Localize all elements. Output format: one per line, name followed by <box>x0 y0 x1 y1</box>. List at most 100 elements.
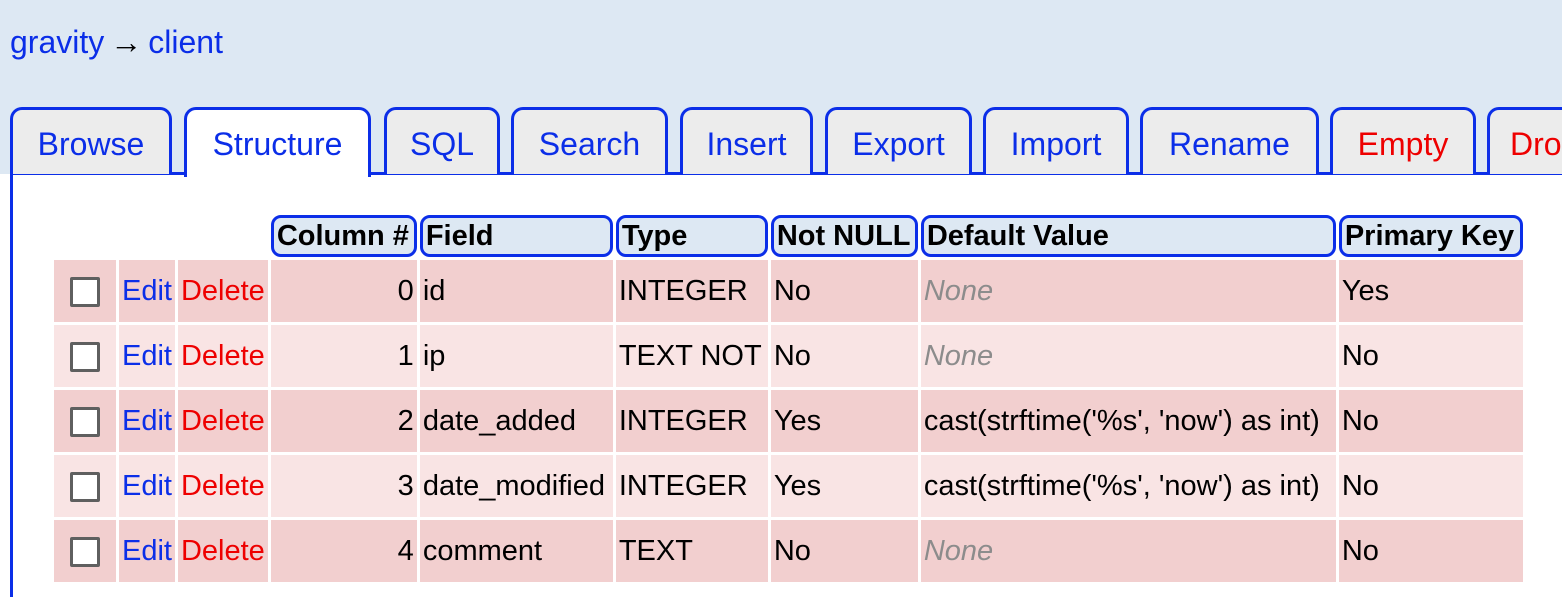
header-type[interactable]: Type <box>615 215 768 257</box>
type-value: INTEGER <box>618 274 748 307</box>
breadcrumb-arrow: → <box>110 24 143 60</box>
row-checkbox[interactable] <box>70 276 100 307</box>
default-value-cell: None <box>920 325 1336 387</box>
row-select-cell <box>54 260 116 322</box>
tab-rename[interactable]: Rename <box>1140 107 1319 174</box>
table-row: Edit Delete 1 ip TEXT NOT NULL No None N… <box>54 325 1523 387</box>
header-blank <box>119 215 175 257</box>
breadcrumb: gravity → client <box>10 24 223 61</box>
edit-link[interactable]: Edit <box>122 275 172 307</box>
tab-browse[interactable]: Browse <box>10 107 172 174</box>
table-row: Edit Delete 3 date_modified INTEGER Yes … <box>54 455 1523 517</box>
delete-link[interactable]: Delete <box>181 405 265 437</box>
tab-export[interactable]: Export <box>825 107 972 174</box>
default-value: cast(strftime('%s', 'now') as int) <box>923 404 1320 437</box>
row-select-cell <box>54 325 116 387</box>
not-null-cell: Yes <box>770 390 918 452</box>
type-cell: INTEGER <box>615 390 768 452</box>
field-cell: id <box>419 260 613 322</box>
header-default-value[interactable]: Default Value <box>920 215 1336 257</box>
tab-insert[interactable]: Insert <box>680 107 813 174</box>
type-cell: TEXT NOT NULL <box>615 325 768 387</box>
row-select-cell <box>54 390 116 452</box>
edit-cell: Edit <box>119 520 175 582</box>
header-blank <box>178 215 268 257</box>
column-number-cell: 3 <box>270 455 417 517</box>
edit-link[interactable]: Edit <box>122 340 172 372</box>
not-null-cell: No <box>770 520 918 582</box>
default-value: None <box>923 339 994 372</box>
delete-link[interactable]: Delete <box>181 535 265 567</box>
tab-empty[interactable]: Empty <box>1330 107 1476 174</box>
table-header-row: Column # Field Type Not NULL Default Val… <box>54 215 1523 257</box>
breadcrumb-database-link[interactable]: gravity <box>10 24 104 60</box>
type-value: TEXT NOT NULL <box>618 339 765 372</box>
header-not-null[interactable]: Not NULL <box>770 215 918 257</box>
type-value: TEXT <box>618 534 693 567</box>
edit-link[interactable]: Edit <box>122 535 172 567</box>
row-select-cell <box>54 455 116 517</box>
type-value: INTEGER <box>618 404 748 437</box>
delete-link[interactable]: Delete <box>181 470 265 502</box>
default-value: None <box>923 274 994 307</box>
edit-cell: Edit <box>119 390 175 452</box>
type-cell: INTEGER <box>615 455 768 517</box>
primary-key-cell: No <box>1338 520 1523 582</box>
header-field[interactable]: Field <box>419 215 613 257</box>
default-value: cast(strftime('%s', 'now') as int) <box>923 469 1320 502</box>
row-checkbox[interactable] <box>70 471 100 502</box>
not-null-cell: Yes <box>770 455 918 517</box>
tab-sql[interactable]: SQL <box>384 107 500 174</box>
primary-key-cell: No <box>1338 455 1523 517</box>
column-number-cell: 0 <box>270 260 417 322</box>
default-value-cell: cast(strftime('%s', 'now') as int) <box>920 455 1336 517</box>
default-value-cell: None <box>920 260 1336 322</box>
tab-structure[interactable]: Structure <box>184 107 371 177</box>
header-primary-key[interactable]: Primary Key <box>1338 215 1523 257</box>
delete-cell: Delete <box>177 260 268 322</box>
tab-search[interactable]: Search <box>511 107 668 174</box>
edit-link[interactable]: Edit <box>122 470 172 502</box>
edit-link[interactable]: Edit <box>122 405 172 437</box>
table-row: Edit Delete 2 date_added INTEGER Yes cas… <box>54 390 1523 452</box>
default-value-cell: cast(strftime('%s', 'now') as int) <box>920 390 1336 452</box>
edit-cell: Edit <box>119 325 175 387</box>
breadcrumb-table-link[interactable]: client <box>148 24 223 60</box>
delete-link[interactable]: Delete <box>181 340 265 372</box>
row-checkbox[interactable] <box>70 341 100 372</box>
header-column-number[interactable]: Column # <box>270 215 417 257</box>
table-row: Edit Delete 0 id INTEGER No None Yes <box>54 260 1523 322</box>
row-select-cell <box>54 520 116 582</box>
column-number-cell: 4 <box>270 520 417 582</box>
field-cell: date_modified <box>419 455 613 517</box>
type-cell: TEXT <box>615 520 768 582</box>
table-row: Edit Delete 4 comment TEXT No None No <box>54 520 1523 582</box>
field-cell: date_added <box>419 390 613 452</box>
delete-cell: Delete <box>177 325 268 387</box>
edit-cell: Edit <box>119 455 175 517</box>
primary-key-cell: Yes <box>1338 260 1523 322</box>
default-value-cell: None <box>920 520 1336 582</box>
tab-import[interactable]: Import <box>983 107 1129 174</box>
default-value: None <box>923 534 994 567</box>
delete-link[interactable]: Delete <box>181 275 265 307</box>
row-checkbox[interactable] <box>70 536 100 567</box>
type-value: INTEGER <box>618 469 748 502</box>
column-number-cell: 2 <box>270 390 417 452</box>
primary-key-cell: No <box>1338 325 1523 387</box>
field-cell: ip <box>419 325 613 387</box>
edit-cell: Edit <box>119 260 175 322</box>
row-checkbox[interactable] <box>70 406 100 437</box>
type-cell: INTEGER <box>615 260 768 322</box>
delete-cell: Delete <box>177 390 268 452</box>
field-cell: comment <box>419 520 613 582</box>
structure-table: Column # Field Type Not NULL Default Val… <box>51 212 1526 585</box>
tab-drop[interactable]: Drop <box>1487 107 1562 174</box>
header-blank <box>54 215 116 257</box>
page: gravity → client Browse Structure SQL Sear… <box>0 0 1562 597</box>
column-number-cell: 1 <box>270 325 417 387</box>
not-null-cell: No <box>770 325 918 387</box>
delete-cell: Delete <box>177 520 268 582</box>
primary-key-cell: No <box>1338 390 1523 452</box>
not-null-cell: No <box>770 260 918 322</box>
